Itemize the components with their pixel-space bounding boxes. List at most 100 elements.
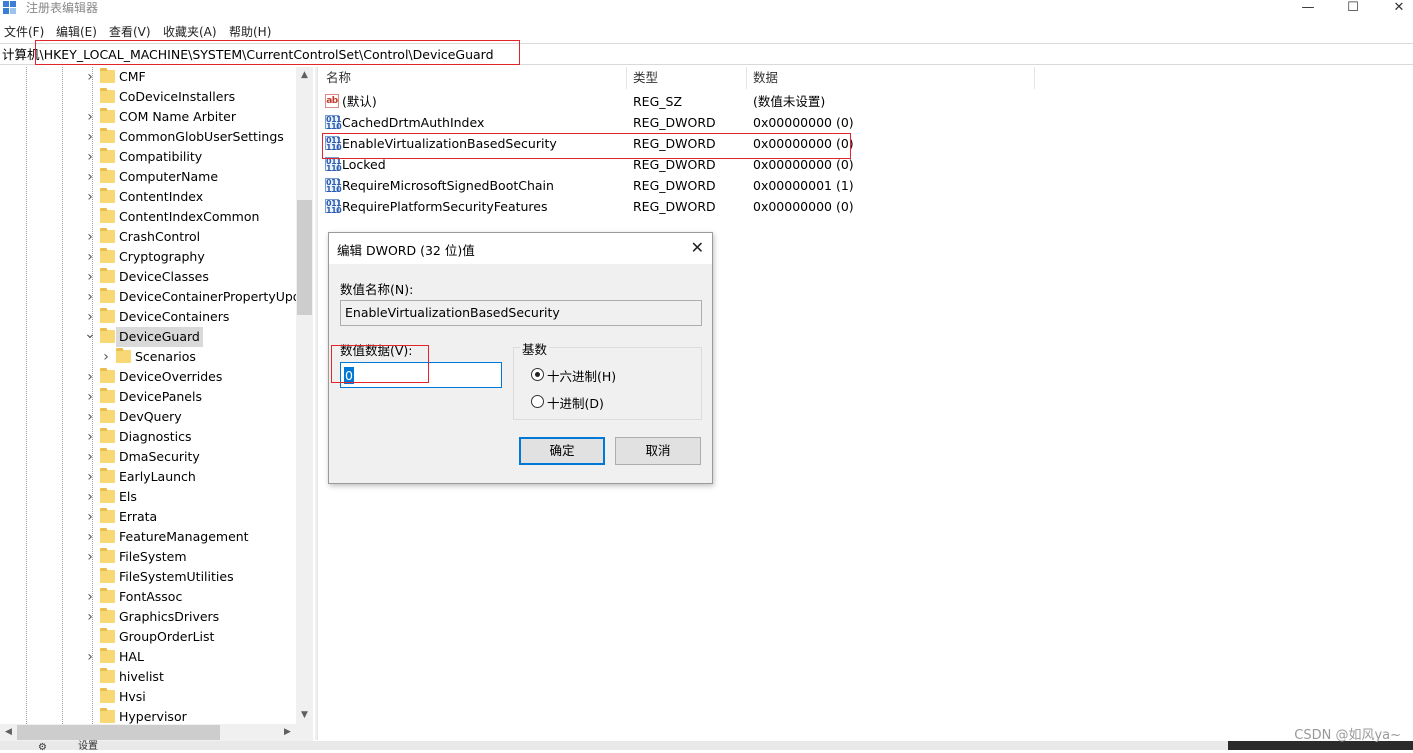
tree-item[interactable]: › FileSystem <box>0 547 296 567</box>
tree-horizontal-scrollbar[interactable]: ◀ ▶ <box>0 724 313 741</box>
tree-item-label[interactable]: FileSystemUtilities <box>116 567 237 587</box>
tree-item-label[interactable]: Diagnostics <box>116 427 195 447</box>
dialog-close-icon[interactable]: ✕ <box>691 238 704 258</box>
tree-item-label[interactable]: COM Name Arbiter <box>116 107 239 127</box>
value-row[interactable]: 011 110 RequirePlatformSecurityFeatures REG… <box>319 196 1039 217</box>
settings-text[interactable]: 设置 <box>78 741 98 753</box>
tree-item[interactable]: › Cryptography <box>0 247 296 267</box>
chevron-right-icon[interactable]: › <box>84 387 96 407</box>
tree-item[interactable]: › DmaSecurity <box>0 447 296 467</box>
tree-item-label[interactable]: DmaSecurity <box>116 447 203 467</box>
menu-view[interactable]: 查看(V) <box>109 22 151 42</box>
column-type-header[interactable]: 类型 <box>633 67 658 89</box>
value-row[interactable]: ab (默认) REG_SZ (数值未设置) <box>319 91 1039 112</box>
pane-splitter[interactable] <box>315 67 318 740</box>
tree-item[interactable]: › DeviceContainerPropertyUpda <box>0 287 308 307</box>
value-row[interactable]: 011 110 CachedDrtmAuthIndex REG_DWORD 0x0000… <box>319 112 1039 133</box>
scroll-up-icon[interactable]: ▲ <box>296 67 313 84</box>
tree-item[interactable]: › FeatureManagement <box>0 527 296 547</box>
tree-item-label[interactable]: ContentIndexCommon <box>116 207 262 227</box>
tree-item-label[interactable]: Hvsi <box>116 687 149 707</box>
chevron-right-icon[interactable]: › <box>84 227 96 247</box>
tree-item[interactable]: FileSystemUtilities <box>0 567 296 587</box>
tree-item-label[interactable]: ComputerName <box>116 167 221 187</box>
tree-item-label[interactable]: CMF <box>116 67 149 87</box>
tree-item-label[interactable]: Els <box>116 487 140 507</box>
tree-item-label[interactable]: ContentIndex <box>116 187 206 207</box>
tree-item[interactable]: › CMF <box>0 67 296 87</box>
maximize-button[interactable]: ☐ <box>1330 0 1376 18</box>
tree-item[interactable]: hivelist <box>0 667 296 687</box>
tree-item-label[interactable]: FontAssoc <box>116 587 185 607</box>
close-window-button[interactable]: ✕ <box>1376 0 1413 18</box>
tree-item-label[interactable]: GroupOrderList <box>116 627 217 647</box>
chevron-right-icon[interactable]: › <box>84 287 96 307</box>
tree-item-label[interactable]: DeviceContainers <box>116 307 232 327</box>
chevron-right-icon[interactable]: › <box>84 427 96 447</box>
tree-item[interactable]: › COM Name Arbiter <box>0 107 296 127</box>
tree-item[interactable]: › CommonGlobUserSettings <box>0 127 296 147</box>
cancel-button[interactable]: 取消 <box>615 437 701 465</box>
tree-item-label[interactable]: FileSystem <box>116 547 190 567</box>
chevron-right-icon[interactable]: › <box>84 67 96 87</box>
tree-item-label[interactable]: DeviceGuard <box>116 327 203 347</box>
tree-item-label[interactable]: CrashControl <box>116 227 203 247</box>
hex-radio[interactable] <box>531 368 544 381</box>
tree-vertical-scrollbar[interactable]: ▲ ▼ <box>296 67 313 724</box>
chevron-right-icon[interactable]: › <box>84 647 96 667</box>
value-row[interactable]: 011 110 RequireMicrosoftSignedBootChain REG… <box>319 175 1039 196</box>
tree-item-label[interactable]: DevQuery <box>116 407 185 427</box>
scroll-right-icon[interactable]: ▶ <box>279 724 296 741</box>
column-divider[interactable] <box>626 67 627 89</box>
tree-item[interactable]: GroupOrderList <box>0 627 296 647</box>
tree-item-label[interactable]: hivelist <box>116 667 167 687</box>
chevron-right-icon[interactable]: › <box>84 587 96 607</box>
tree-item[interactable]: › DevQuery <box>0 407 296 427</box>
chevron-right-icon[interactable]: › <box>84 267 96 287</box>
tree-item-label[interactable]: CommonGlobUserSettings <box>116 127 287 147</box>
hex-radio-label[interactable]: 十六进制(H) <box>547 366 616 385</box>
column-divider[interactable] <box>1034 67 1035 89</box>
chevron-right-icon[interactable]: › <box>84 147 96 167</box>
menu-file[interactable]: 文件(F) <box>4 22 44 42</box>
chevron-right-icon[interactable]: › <box>84 187 96 207</box>
gear-icon[interactable]: ⚙ <box>38 742 47 753</box>
tree-item[interactable]: › Diagnostics <box>0 427 296 447</box>
ok-button[interactable]: 确定 <box>519 437 605 465</box>
tree-item[interactable]: › Els <box>0 487 296 507</box>
chevron-right-icon[interactable]: › <box>84 487 96 507</box>
chevron-right-icon[interactable]: › <box>84 107 96 127</box>
tree-item[interactable]: › GraphicsDrivers <box>0 607 296 627</box>
chevron-right-icon[interactable]: › <box>84 447 96 467</box>
chevron-right-icon[interactable]: › <box>84 467 96 487</box>
tree-item-label[interactable]: Cryptography <box>116 247 208 267</box>
chevron-right-icon[interactable]: › <box>84 167 96 187</box>
tree-item[interactable]: › FontAssoc <box>0 587 296 607</box>
tree-item-label[interactable]: Compatibility <box>116 147 205 167</box>
chevron-right-icon[interactable]: › <box>84 127 96 147</box>
scroll-down-icon[interactable]: ▼ <box>296 707 313 724</box>
tree-item[interactable]: › EarlyLaunch <box>0 467 296 487</box>
tree-item-label[interactable]: Scenarios <box>132 347 199 367</box>
tree-item[interactable]: › CrashControl <box>0 227 296 247</box>
tree-item[interactable]: › Scenarios <box>0 347 296 367</box>
tree-item[interactable]: › Compatibility <box>0 147 296 167</box>
menu-edit[interactable]: 编辑(E) <box>56 22 97 42</box>
tree-item-label[interactable]: HAL <box>116 647 147 667</box>
tree-item-label[interactable]: DeviceContainerPropertyUpda <box>116 287 311 307</box>
column-data-header[interactable]: 数据 <box>753 67 778 89</box>
tree-item-label[interactable]: DeviceOverrides <box>116 367 225 387</box>
tree-item[interactable]: › ContentIndex <box>0 187 296 207</box>
minimize-button[interactable]: — <box>1285 0 1331 18</box>
tree-item[interactable]: ContentIndexCommon <box>0 207 296 227</box>
tree-item-label[interactable]: DevicePanels <box>116 387 205 407</box>
tree-item[interactable]: CoDeviceInstallers <box>0 87 296 107</box>
tree-item[interactable]: › HAL <box>0 647 296 667</box>
tree-item-label[interactable]: GraphicsDrivers <box>116 607 222 627</box>
chevron-right-icon[interactable]: › <box>84 527 96 547</box>
tree-item-label[interactable]: Errata <box>116 507 160 527</box>
tree-item-label[interactable]: DeviceClasses <box>116 267 212 287</box>
chevron-right-icon[interactable]: › <box>84 307 96 327</box>
tree-item-label[interactable]: CoDeviceInstallers <box>116 87 238 107</box>
tree-item[interactable]: › Errata <box>0 507 296 527</box>
